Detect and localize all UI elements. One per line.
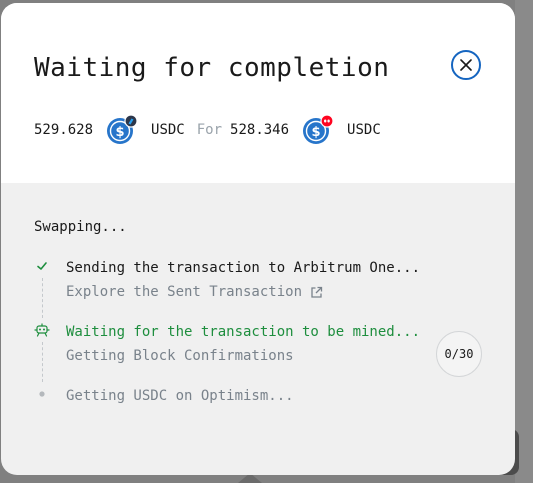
progress-steps: Swapping... Sending the transaction to A… — [34, 219, 494, 410]
close-button[interactable] — [451, 50, 481, 80]
to-token-symbol: USDC — [347, 122, 381, 138]
backdrop-page-edge — [515, 0, 533, 483]
completion-modal: Waiting for completion 529.628 $ USDC Fo… — [1, 3, 515, 475]
usdc-arbitrum-token-icon: $ — [107, 114, 138, 145]
for-label: For — [196, 122, 223, 138]
modal-header: Waiting for completion 529.628 $ USDC Fo… — [1, 3, 515, 183]
to-amount: 528.346 — [230, 122, 290, 138]
status-heading: Swapping... — [34, 219, 127, 235]
external-link-icon — [311, 286, 323, 298]
confirmations-counter: 0/30 — [436, 331, 482, 377]
step-send-transaction: Sending the transaction to Arbitrum One.… — [34, 256, 494, 320]
usdc-icon: $ — [303, 114, 334, 144]
step-label: Waiting for the transaction to be mined.… — [66, 324, 421, 340]
step-connector — [42, 278, 43, 318]
explore-transaction-link[interactable]: Explore the Sent Transaction — [66, 280, 323, 304]
step-label: Getting USDC on Optimism... — [66, 388, 294, 404]
step-receive-tokens: Getting USDC on Optimism... — [34, 384, 494, 410]
usdc-icon: $ — [107, 114, 138, 144]
from-token-symbol: USDC — [151, 122, 185, 138]
close-icon — [460, 59, 472, 71]
robot-icon — [34, 322, 50, 338]
modal-title: Waiting for completion — [34, 53, 390, 83]
from-amount: 529.628 — [34, 122, 94, 138]
svg-text:$: $ — [115, 125, 124, 140]
check-icon — [34, 258, 50, 274]
link-label: Explore the Sent Transaction — [66, 284, 303, 300]
svg-text:$: $ — [312, 125, 321, 140]
step-label: Sending the transaction to Arbitrum One.… — [66, 260, 421, 276]
swap-summary: 529.628 $ USDC For 528.346 $ USDC — [34, 114, 393, 145]
step-sublabel: Getting Block Confirmations — [66, 348, 294, 364]
usdc-optimism-token-icon: $ — [303, 114, 334, 145]
step-wait-mined: Waiting for the transaction to be mined.… — [34, 320, 494, 384]
dot-icon — [34, 386, 50, 402]
step-connector — [42, 342, 43, 382]
